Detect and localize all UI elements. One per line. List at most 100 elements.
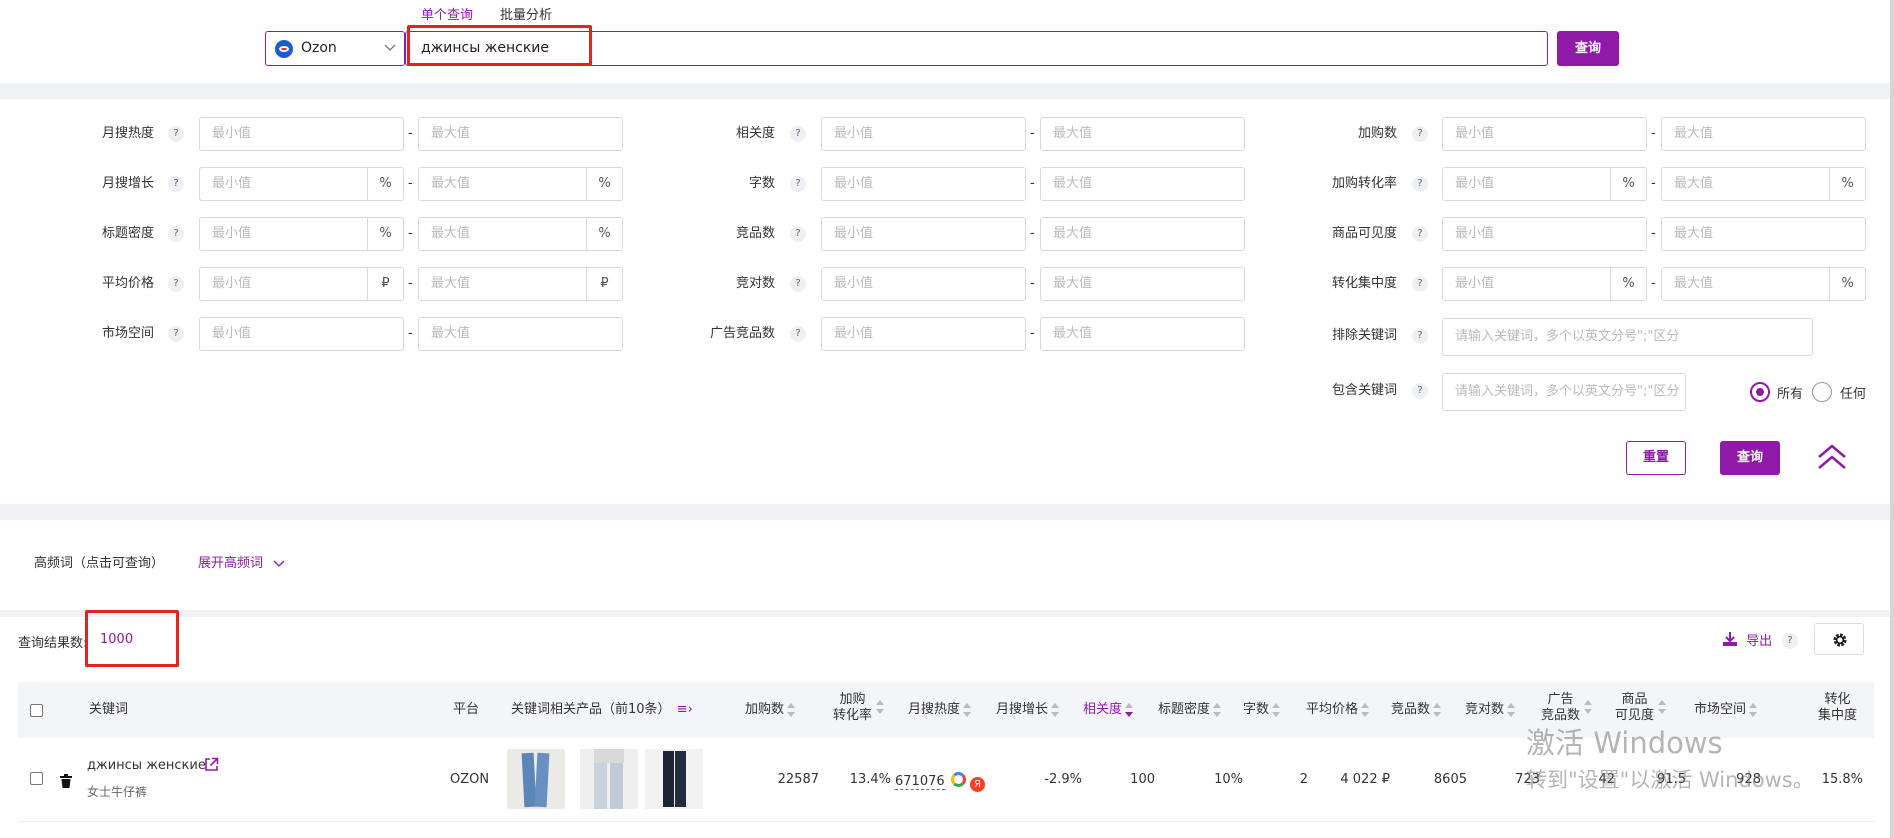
help-icon[interactable]: ? bbox=[790, 126, 806, 142]
help-icon[interactable]: ? bbox=[790, 176, 806, 192]
help-icon[interactable]: ? bbox=[168, 176, 184, 192]
market-space-min-input[interactable]: 最小值 bbox=[199, 317, 404, 351]
header-monthly-heat[interactable]: 月搜热度 bbox=[908, 702, 972, 718]
visibility-min-input[interactable]: 最小值 bbox=[1442, 217, 1647, 251]
page-scrollbar[interactable] bbox=[1890, 0, 1894, 838]
header-concentration[interactable]: 转化 集中度 bbox=[1818, 692, 1857, 724]
title-density-min-input[interactable]: 最小值% bbox=[199, 217, 404, 251]
header-market-space[interactable]: 市场空间 bbox=[1694, 702, 1758, 718]
filter-label-cart: 加购数 bbox=[1357, 126, 1397, 141]
export-button[interactable]: 导出 bbox=[1722, 630, 1772, 649]
chars-max-input[interactable]: 最大值 bbox=[1040, 167, 1245, 201]
filter-label-ad-competitors: 广告竞品数 bbox=[709, 326, 775, 341]
google-icon[interactable] bbox=[950, 772, 966, 787]
filter-label-market-space: 市场空间 bbox=[101, 326, 154, 341]
monthly-growth-max-input[interactable]: 最大值% bbox=[418, 167, 623, 201]
header-cart-conversion[interactable]: 加购 转化率 bbox=[833, 692, 885, 724]
cart-max-input[interactable]: 最大值 bbox=[1661, 117, 1866, 151]
chars-min-input[interactable]: 最小值 bbox=[821, 167, 1026, 201]
help-icon[interactable]: ? bbox=[1412, 383, 1428, 399]
filter-query-button[interactable]: 查询 bbox=[1720, 441, 1780, 475]
row-keyword-translation: 女士牛仔裤 bbox=[87, 785, 148, 799]
help-icon[interactable]: ? bbox=[168, 276, 184, 292]
help-icon[interactable]: ? bbox=[790, 226, 806, 242]
yandex-icon[interactable]: Я bbox=[969, 777, 985, 792]
cart-min-input[interactable]: 最小值 bbox=[1442, 117, 1647, 151]
concentration-max-input[interactable]: 最大值% bbox=[1661, 267, 1866, 301]
help-icon[interactable]: ? bbox=[168, 326, 184, 342]
sort-list-icon[interactable]: ≡› bbox=[677, 702, 693, 717]
monthly-heat-max-input[interactable]: 最大值 bbox=[418, 117, 623, 151]
row-keyword[interactable]: джинсы женские bbox=[87, 758, 206, 774]
expand-high-frequency-link[interactable]: 展开高频词 bbox=[198, 552, 285, 571]
header-avg-price[interactable]: 平均价格 bbox=[1306, 702, 1370, 718]
search-button[interactable]: 查询 bbox=[1557, 31, 1619, 66]
settings-button[interactable] bbox=[1814, 623, 1864, 655]
rivals-max-input[interactable]: 最大值 bbox=[1040, 267, 1245, 301]
title-density-max-input[interactable]: 最大值% bbox=[418, 217, 623, 251]
header-cart[interactable]: 加购数 bbox=[745, 702, 796, 718]
radio-all[interactable] bbox=[1750, 382, 1770, 402]
row-cart: 22587 bbox=[777, 772, 819, 787]
header-competitors[interactable]: 竞品数 bbox=[1391, 702, 1442, 718]
radio-any[interactable] bbox=[1812, 382, 1832, 402]
header-rivals[interactable]: 竞对数 bbox=[1465, 702, 1516, 718]
relevance-min-input[interactable]: 最小值 bbox=[821, 117, 1026, 151]
concentration-min-input[interactable]: 最小值% bbox=[1442, 267, 1647, 301]
help-icon[interactable]: ? bbox=[790, 326, 806, 342]
market-space-max-input[interactable]: 最大值 bbox=[418, 317, 623, 351]
help-icon[interactable]: ? bbox=[168, 226, 184, 242]
avg-price-max-input[interactable]: 最大值 ₽ bbox=[418, 267, 623, 301]
sort-icon bbox=[876, 700, 885, 714]
relevance-max-input[interactable]: 最大值 bbox=[1040, 117, 1245, 151]
help-icon[interactable]: ? bbox=[1412, 176, 1428, 192]
header-chars[interactable]: 字数 bbox=[1243, 702, 1281, 718]
range-dash: - bbox=[408, 176, 413, 191]
monthly-growth-min-input[interactable]: 最小值% bbox=[199, 167, 404, 201]
platform-select[interactable]: Ozon bbox=[265, 31, 405, 66]
help-icon[interactable]: ? bbox=[168, 126, 184, 142]
monthly-heat-min-input[interactable]: 最小值 bbox=[199, 117, 404, 151]
header-monthly-growth[interactable]: 月搜增长 bbox=[996, 702, 1060, 718]
tab-batch-analysis[interactable]: 批量分析 bbox=[500, 4, 552, 23]
help-icon[interactable]: ? bbox=[790, 276, 806, 292]
chevron-down-icon bbox=[384, 44, 396, 51]
external-link-icon[interactable] bbox=[204, 757, 219, 772]
select-all-checkbox[interactable] bbox=[30, 704, 43, 717]
range-dash: - bbox=[408, 226, 413, 241]
product-thumbnail[interactable] bbox=[580, 749, 638, 809]
cart-conversion-min-input[interactable]: 最小值% bbox=[1442, 167, 1647, 201]
help-icon[interactable]: ? bbox=[1412, 226, 1428, 242]
competitors-max-input[interactable]: 最大值 bbox=[1040, 217, 1245, 251]
visibility-max-input[interactable]: 最大值 bbox=[1661, 217, 1866, 251]
help-icon[interactable]: ? bbox=[1412, 276, 1428, 292]
row-checkbox[interactable] bbox=[30, 772, 43, 785]
avg-price-min-input[interactable]: 最小值 ₽ bbox=[199, 267, 404, 301]
ad-competitors-min-input[interactable]: 最小值 bbox=[821, 317, 1026, 351]
product-thumbnail[interactable] bbox=[507, 749, 565, 809]
filter-label-relevance: 相关度 bbox=[735, 126, 775, 141]
range-dash: - bbox=[1651, 226, 1656, 241]
product-thumbnail[interactable] bbox=[645, 749, 703, 809]
header-title-density[interactable]: 标题密度 bbox=[1158, 702, 1222, 718]
help-icon[interactable]: ? bbox=[1412, 126, 1428, 142]
ad-competitors-max-input[interactable]: 最大值 bbox=[1040, 317, 1245, 351]
header-relevance[interactable]: 相关度 bbox=[1083, 702, 1134, 718]
cart-conversion-max-input[interactable]: 最大值% bbox=[1661, 167, 1866, 201]
include-keywords-input[interactable]: 请输入关键词，多个以英文分号";"区分 bbox=[1442, 373, 1686, 411]
range-dash: - bbox=[1651, 276, 1656, 291]
rivals-min-input[interactable]: 最小值 bbox=[821, 267, 1026, 301]
help-icon[interactable]: ? bbox=[1412, 328, 1428, 344]
sort-icon bbox=[787, 702, 796, 717]
row-monthly-heat: 671076 Я bbox=[895, 772, 985, 792]
collapse-chevron-up-icon[interactable] bbox=[1816, 443, 1848, 471]
sort-icon bbox=[1658, 700, 1667, 714]
competitors-min-input[interactable]: 最小值 bbox=[821, 217, 1026, 251]
trash-icon[interactable] bbox=[60, 774, 72, 788]
tab-single-query[interactable]: 单个查询 bbox=[421, 4, 473, 23]
exclude-keywords-input[interactable]: 请输入关键词，多个以英文分号";"区分 bbox=[1442, 318, 1813, 356]
reset-button[interactable]: 重置 bbox=[1626, 441, 1686, 475]
highlight-box-count bbox=[85, 610, 179, 667]
help-icon[interactable]: ? bbox=[1782, 633, 1798, 649]
range-dash: - bbox=[408, 326, 413, 341]
